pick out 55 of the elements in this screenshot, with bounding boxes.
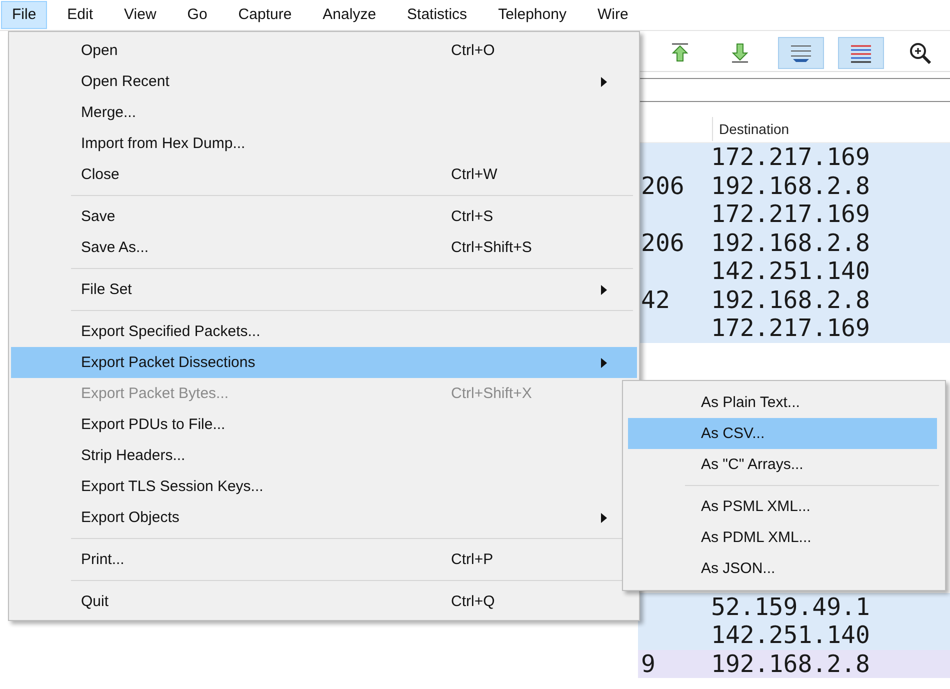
- menu-item[interactable]: Open Ctrl+O: [11, 35, 637, 66]
- menu-item[interactable]: Import from Hex Dump...: [11, 128, 637, 159]
- packet-row[interactable]: 172.217.169: [638, 200, 950, 228]
- menu-bar-item[interactable]: Edit: [56, 1, 104, 29]
- menu-item[interactable]: As JSON...: [628, 553, 937, 584]
- menu-bar-item[interactable]: View: [113, 1, 168, 29]
- menu-bar-item[interactable]: File: [1, 1, 48, 29]
- submenu-arrow-icon: [601, 358, 607, 368]
- table-cell-text: 42: [640, 286, 671, 314]
- table-cell-text: 9: [640, 650, 656, 678]
- filter-field[interactable]: [638, 78, 950, 102]
- submenu-arrow-icon: [601, 512, 607, 522]
- menu-item[interactable]: Save As... Ctrl+Shift+S: [11, 232, 637, 263]
- table-cell: 172.217.169: [711, 200, 870, 228]
- table-cell: 192.168.2.8: [711, 286, 870, 314]
- menu-item[interactable]: Export Specified Packets...: [11, 316, 637, 347]
- menu-item[interactable]: File Set: [11, 274, 637, 305]
- menu-bar-item[interactable]: Analyze: [312, 1, 388, 29]
- menu-item[interactable]: Save Ctrl+S: [11, 201, 637, 232]
- table-cell: 142.251.140: [711, 621, 870, 650]
- menu-item[interactable]: Quit Ctrl+Q: [11, 586, 637, 617]
- table-cell-text: 206: [640, 172, 686, 200]
- table-cell: 172.217.169: [711, 314, 870, 342]
- menu-bar-item[interactable]: Telephony: [487, 1, 578, 29]
- menu-item[interactable]: Open Recent: [11, 66, 637, 97]
- table-cell: 192.168.2.8: [711, 650, 870, 678]
- table-cell: 192.168.2.8: [711, 172, 870, 200]
- table-cell-text: 206: [640, 228, 686, 257]
- menu-bar-item[interactable]: Capture: [227, 1, 303, 29]
- menu-bar-item[interactable]: Statistics: [396, 1, 478, 29]
- packet-row[interactable]: 52.159.49.1: [638, 592, 950, 621]
- table-cell: 192.168.2.8: [711, 228, 870, 257]
- menu-item[interactable]: Merge...: [11, 97, 637, 128]
- column-header[interactable]: Destination: [712, 117, 796, 141]
- menu-item[interactable]: As CSV...: [628, 418, 937, 449]
- packet-row[interactable]: 172.217.169: [638, 143, 950, 172]
- table-cell: 172.217.169: [711, 143, 870, 172]
- menu-item[interactable]: As "C" Arrays...: [628, 449, 937, 480]
- submenu-arrow-icon: [601, 284, 607, 294]
- menu-bar-item[interactable]: Wire: [586, 1, 640, 29]
- packet-row[interactable]: 172.217.169: [638, 314, 950, 342]
- packet-row[interactable]: 42 192.168.2.8: [638, 286, 950, 314]
- menu-item[interactable]: Close Ctrl+W: [11, 159, 637, 190]
- menu-bar-item[interactable]: Go: [176, 1, 218, 29]
- packet-row[interactable]: 206 192.168.2.8: [638, 228, 950, 257]
- submenu-arrow-icon: [601, 76, 607, 86]
- table-cell: 52.159.49.1: [711, 592, 870, 621]
- menu-item[interactable]: As Plain Text...: [628, 387, 937, 418]
- menu-item[interactable]: Export Packet Dissections: [11, 347, 637, 378]
- packet-row[interactable]: 142.251.140: [638, 257, 950, 286]
- zoom-in-icon: [909, 42, 933, 64]
- table-cell: 142.251.140: [711, 257, 870, 286]
- packet-row[interactable]: 9 192.168.2.8: [638, 650, 950, 678]
- packet-row[interactable]: 142.251.140: [638, 621, 950, 650]
- packet-row[interactable]: 206 192.168.2.8: [638, 172, 950, 200]
